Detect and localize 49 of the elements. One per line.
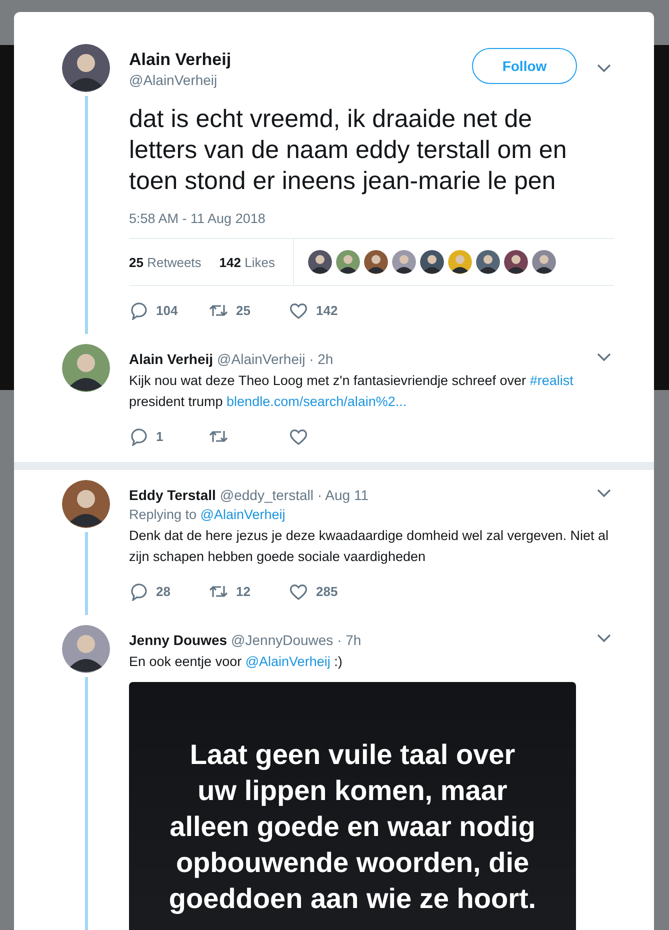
tweet-text: dat is echt vreemd, ik draaide net de letters van de naam eddy terstall om en toen stond er ineens jean-marie le pen	[129, 104, 568, 197]
reply-icon	[129, 582, 148, 600]
avatar[interactable]	[62, 625, 110, 673]
media-image[interactable]: Laat geen vuile taal over uw lippen komen, maar alleen goede en waar nodig opbouwende woorden, die goeddoen aan wie ze hoort.	[129, 682, 576, 930]
retweet-action[interactable]: 12	[209, 582, 289, 600]
like-action[interactable]: 285	[289, 582, 369, 600]
avatar[interactable]	[420, 250, 444, 274]
author-name[interactable]: Eddy Terstall	[129, 487, 216, 503]
url-link[interactable]: blendle.com/search/alain%2...	[226, 394, 407, 409]
tweet-meta: @AlainVerheij · 2h	[217, 351, 334, 367]
like-action[interactable]: 142	[289, 300, 369, 320]
author-name[interactable]: Jenny Douwes	[129, 632, 228, 648]
stat-link[interactable]: 25 Retweets	[129, 254, 202, 270]
mention-link[interactable]: @AlainVerheij	[245, 654, 330, 669]
timestamp[interactable]: 5:58 AM - 11 Aug 2018	[129, 211, 614, 226]
reply-icon	[129, 426, 148, 446]
author-name[interactable]: Alain Verheij	[129, 351, 214, 367]
tweet-text: En ook eentje voor @AlainVerheij :)	[129, 653, 344, 671]
hashtag-link[interactable]: #realist	[530, 373, 574, 388]
avatar[interactable]	[392, 250, 416, 274]
tweet-text: Denk dat de here jezus je deze kwaadaardige domheid wel zal vergeven. Niet al zijn schapen hebben goede sociale vaardigheden	[129, 527, 610, 566]
author-name[interactable]: Alain Verheij	[129, 50, 472, 70]
reply-action[interactable]: 28	[129, 582, 209, 600]
tweet-meta: @eddy_terstall · Aug 11	[220, 487, 370, 503]
image-quote-text: Laat geen vuile taal over uw lippen komen, maar alleen goede en waar nodig opbouwende woorden, die goeddoen aan wie ze hoort.	[168, 738, 538, 916]
avatar[interactable]	[62, 344, 110, 392]
avatar[interactable]	[504, 250, 528, 274]
reply-action[interactable]: 104	[129, 300, 209, 320]
author-handle[interactable]: @AlainVerheij	[129, 72, 472, 88]
heart-icon	[289, 300, 308, 320]
heart-icon	[289, 582, 308, 600]
mention-link[interactable]: @AlainVerheij	[200, 507, 286, 522]
avatar[interactable]	[364, 250, 388, 274]
avatar[interactable]	[62, 480, 110, 528]
avatar[interactable]	[448, 250, 472, 274]
follow-button[interactable]: Follow	[472, 48, 577, 84]
reply-action[interactable]: 1	[129, 426, 209, 446]
avatar[interactable]	[532, 250, 556, 274]
stat-link[interactable]: 142 Likes	[219, 254, 275, 270]
avatar[interactable]	[62, 44, 110, 92]
retweet-action[interactable]: 25	[209, 300, 289, 320]
tweet-meta: @JennyDouwes · 7h	[231, 632, 362, 648]
heart-icon	[289, 426, 308, 446]
avatar[interactable]	[476, 250, 500, 274]
reply-icon	[129, 300, 148, 320]
avatar[interactable]	[308, 250, 332, 274]
avatar[interactable]	[336, 250, 360, 274]
replying-to-text: Replying to @AlainVerheij	[129, 507, 286, 522]
tweet-text: Kijk nou wat deze Theo Loog met z'n fantasievriendje schreef over #realist president trump blendle.com/search/alain%2...	[129, 372, 574, 411]
